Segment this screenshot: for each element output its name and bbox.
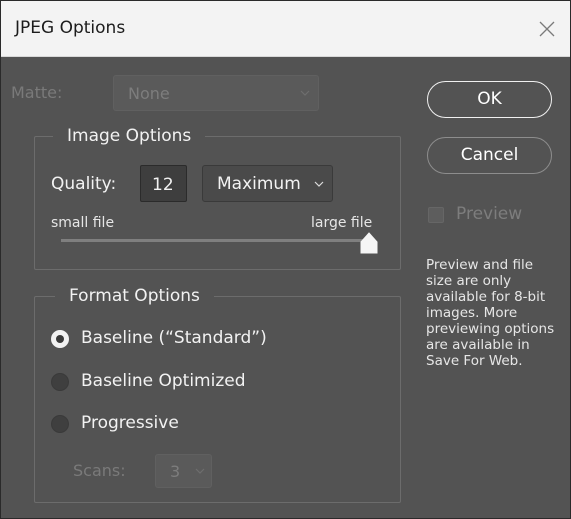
quality-preset-select[interactable]: Maximum — [202, 165, 333, 202]
radio-label: Baseline Optimized — [81, 371, 246, 391]
quality-input[interactable]: 12 — [140, 165, 187, 202]
matte-select[interactable]: None — [113, 75, 319, 111]
radio-label: Progressive — [81, 413, 179, 433]
matte-label: Matte: — [11, 83, 63, 102]
quality-slider-track[interactable] — [61, 239, 371, 242]
chevron-down-icon — [314, 181, 324, 187]
preview-label: Preview — [456, 204, 523, 224]
image-options-title: Image Options — [53, 126, 206, 146]
ok-button[interactable]: OK — [427, 81, 552, 118]
title-bar[interactable]: JPEG Options — [1, 1, 570, 57]
preview-checkbox[interactable] — [428, 207, 444, 223]
close-icon — [539, 21, 555, 37]
jpeg-options-dialog: JPEG Options Matte: None Image Options Q… — [0, 0, 571, 519]
scans-select[interactable]: 3 — [155, 454, 212, 488]
image-options-group — [34, 136, 401, 270]
format-options-title: Format Options — [55, 286, 214, 306]
large-file-label: large file — [311, 215, 373, 231]
preview-note: Preview and file size are only available… — [426, 257, 555, 369]
chevron-down-icon — [195, 468, 205, 474]
matte-value: None — [128, 84, 170, 103]
close-button[interactable] — [524, 1, 570, 57]
dialog-title: JPEG Options — [15, 18, 126, 38]
radio-label: Baseline (“Standard”) — [81, 328, 267, 348]
chevron-down-icon — [300, 90, 310, 96]
cancel-button[interactable]: Cancel — [427, 137, 552, 174]
radio-button[interactable] — [51, 373, 69, 391]
quality-label: Quality: — [51, 174, 117, 194]
small-file-label: small file — [51, 215, 115, 231]
radio-button-checked[interactable] — [51, 330, 69, 348]
radio-button[interactable] — [51, 415, 69, 433]
scans-label: Scans: — [73, 461, 126, 480]
quality-preset-value: Maximum — [217, 174, 301, 194]
scans-value: 3 — [170, 462, 181, 481]
slider-thumb-icon[interactable] — [359, 232, 379, 254]
quality-value: 12 — [152, 175, 174, 195]
